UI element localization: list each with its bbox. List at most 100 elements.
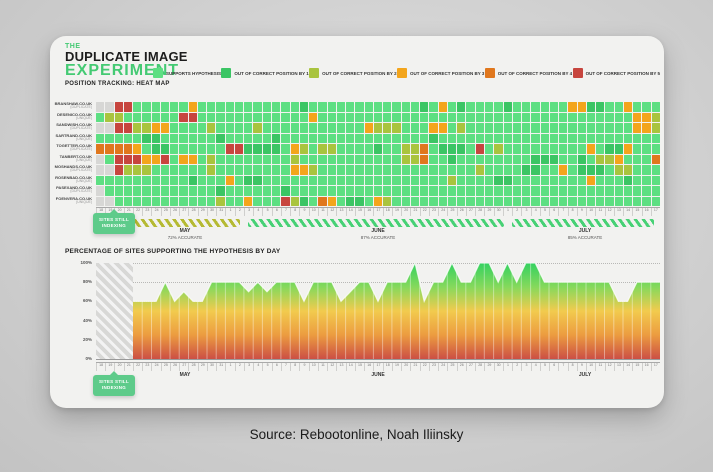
heatmap-cell — [142, 102, 150, 112]
heatmap-cell — [420, 155, 428, 165]
heatmap-cell — [216, 113, 224, 123]
day-tick: 2 — [512, 208, 521, 216]
heatmap-cell — [281, 113, 289, 123]
day-tick: 28 — [475, 363, 484, 371]
heatmap-cell — [124, 102, 132, 112]
heatmap-cell — [448, 144, 456, 154]
heatmap-cell — [235, 123, 243, 133]
heatmap-cell — [291, 134, 299, 144]
heatmap-cell — [624, 186, 632, 196]
heatmap-cell — [105, 155, 113, 165]
heatmap-cell — [411, 144, 419, 154]
heatmap-cell — [624, 113, 632, 123]
day-tick: 25 — [161, 208, 170, 216]
heatmap-cell — [596, 134, 604, 144]
heatmap-cell — [309, 144, 317, 154]
site-kind: (UNIQUE) — [54, 117, 92, 121]
heatmap-cell — [263, 176, 271, 186]
heatmap-cell — [365, 113, 373, 123]
heatmap-cell — [337, 165, 345, 175]
timeline-ribbon-june — [248, 219, 504, 227]
heatmap-cell — [429, 165, 437, 175]
heatmap-cell — [124, 197, 132, 207]
heatmap-cell — [142, 144, 150, 154]
heatmap-cell — [115, 102, 123, 112]
heatmap-cell — [568, 123, 576, 133]
day-tick: 13 — [336, 208, 345, 216]
heatmap-row-label: SANDWISH.CO.UK(DUPLICATE) — [54, 123, 92, 134]
heatmap-cell — [291, 102, 299, 112]
heatmap-cell — [328, 113, 336, 123]
heatmap-cell — [411, 102, 419, 112]
heatmap-cell — [522, 186, 530, 196]
heatmap-cell — [207, 134, 215, 144]
heatmap-cell — [263, 102, 271, 112]
heatmap-cell — [105, 102, 113, 112]
day-tick: 20 — [401, 208, 410, 216]
heatmap-cell — [337, 197, 345, 207]
heatmap-cell — [161, 113, 169, 123]
heatmap-cell — [133, 134, 141, 144]
heatmap-cell — [365, 197, 373, 207]
heatmap-cell — [170, 123, 178, 133]
heatmap-cell — [504, 165, 512, 175]
heatmap-cell — [133, 165, 141, 175]
legend-label: OUT OF CORRECT POSITION BY 2 — [322, 71, 396, 76]
heatmap-cell — [291, 113, 299, 123]
day-tick: 24 — [438, 363, 447, 371]
day-tick: 17 — [373, 363, 382, 371]
heatmap-cell — [346, 155, 354, 165]
heatmap-cell — [522, 155, 530, 165]
heatmap-cell — [429, 155, 437, 165]
heatmap-cell — [411, 134, 419, 144]
heatmap-cell — [485, 123, 493, 133]
day-tick: 24 — [151, 363, 160, 371]
heatmap-cell — [439, 144, 447, 154]
heatmap-cell — [216, 197, 224, 207]
heatmap-cell — [309, 186, 317, 196]
heatmap-cell — [272, 155, 280, 165]
heatmap-cell — [587, 176, 595, 186]
heatmap-cell — [559, 165, 567, 175]
heatmap-row-label: BRANSHAW.CO.UK(DUPLICATE) — [54, 102, 92, 113]
heatmap-cell — [615, 113, 623, 123]
heatmap-cell — [291, 176, 299, 186]
heatmap-cell — [559, 144, 567, 154]
heatmap-cell — [494, 144, 502, 154]
heatmap-cell — [587, 186, 595, 196]
heatmap-cell — [531, 186, 539, 196]
heatmap-cell — [466, 144, 474, 154]
heatmap-cell — [392, 113, 400, 123]
heatmap-cell — [115, 176, 123, 186]
day-tick: 6 — [272, 208, 281, 216]
heatmap-cell — [642, 186, 650, 196]
heatmap-cell — [485, 134, 493, 144]
heatmap-cell — [476, 165, 484, 175]
heatmap-cell — [161, 123, 169, 133]
day-tick: 18 — [96, 363, 105, 371]
heatmap-cell — [392, 197, 400, 207]
heatmap-cell — [652, 134, 660, 144]
heatmap-cell — [309, 134, 317, 144]
month-label-july: JULY — [545, 372, 625, 378]
heatmap-cell — [161, 165, 169, 175]
heatmap-cell — [605, 165, 613, 175]
period-accuracy: 72% ACCURATE — [145, 235, 225, 240]
heatmap-cell — [189, 186, 197, 196]
heatmap-cell — [448, 155, 456, 165]
heatmap-cell — [300, 176, 308, 186]
heatmap-cell — [578, 197, 586, 207]
heatmap-cell — [541, 155, 549, 165]
day-tick: 10 — [586, 208, 595, 216]
heatmap-cell — [115, 134, 123, 144]
heatmap-cell — [226, 155, 234, 165]
heatmap-cell — [550, 102, 558, 112]
site-kind: (DUPLICATE) — [54, 127, 92, 131]
day-tick: 23 — [142, 363, 151, 371]
heatmap-row-labels: BRANSHAW.CO.UK(DUPLICATE)DESENICO.CO.UK(… — [54, 102, 92, 207]
heatmap-cell — [374, 176, 382, 186]
heatmap-cell — [568, 155, 576, 165]
heatmap-cell — [476, 102, 484, 112]
heatmap-cell — [318, 197, 326, 207]
heatmap-cell — [133, 123, 141, 133]
